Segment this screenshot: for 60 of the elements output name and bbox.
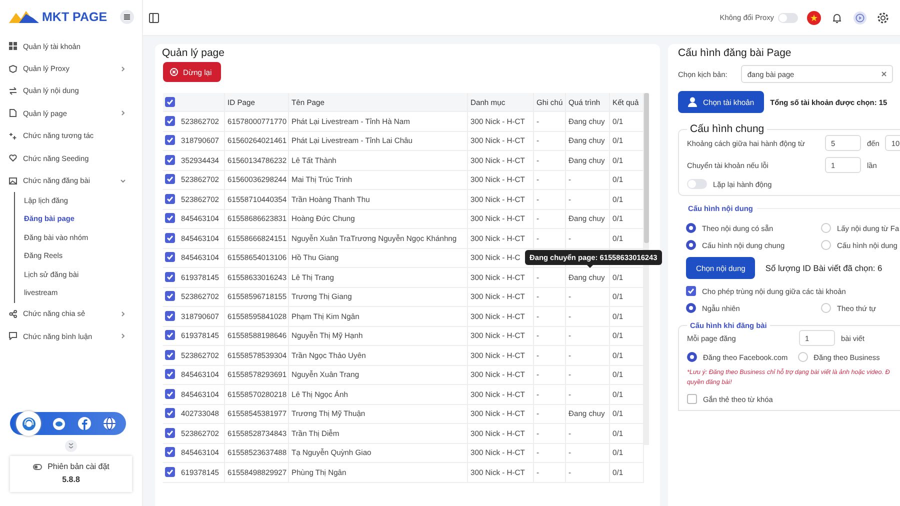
settings-icon[interactable] <box>876 10 890 24</box>
toggle-switch[interactable] <box>687 179 707 189</box>
checkbox[interactable] <box>165 369 175 380</box>
sidebar-toggle-icon[interactable] <box>149 12 159 22</box>
support-icon <box>22 416 36 430</box>
selected-post-count: Số lượng ID Bài viết đã chọn: 6 <box>765 263 882 273</box>
version-number: 5.8.8 <box>62 475 80 484</box>
checkbox[interactable] <box>165 272 175 282</box>
checkbox[interactable] <box>165 96 175 106</box>
checkbox[interactable] <box>165 428 175 438</box>
shield-icon <box>9 64 17 73</box>
checkbox[interactable] <box>165 213 175 224</box>
checkbox[interactable] <box>165 408 175 418</box>
radio-button[interactable] <box>686 303 696 313</box>
play-icon[interactable] <box>853 10 867 24</box>
sparkle-icon <box>9 132 17 140</box>
checkbox[interactable] <box>687 394 697 404</box>
radio-button[interactable] <box>687 352 697 362</box>
clear-icon[interactable] <box>881 71 888 77</box>
facebook-icon[interactable] <box>78 417 91 430</box>
checkbox[interactable] <box>165 154 175 165</box>
heart-icon <box>9 154 17 162</box>
globe-icon[interactable] <box>102 417 116 430</box>
checkbox[interactable] <box>165 135 175 146</box>
checkbox[interactable] <box>165 291 175 302</box>
user-icon <box>688 97 697 107</box>
app-logo-text: MKT PAGE <box>42 10 108 24</box>
version-label: Phiên bản cài đặt <box>48 462 110 471</box>
checkbox[interactable] <box>165 174 175 184</box>
checkbox[interactable] <box>165 447 175 458</box>
checkbox[interactable] <box>165 466 175 477</box>
document-icon <box>9 109 17 118</box>
checkbox[interactable] <box>165 194 175 204</box>
image-icon <box>9 176 17 185</box>
proxy-toggle[interactable] <box>778 12 798 22</box>
checkbox[interactable] <box>686 286 696 296</box>
page-title: Quản lý page <box>162 47 226 59</box>
checkbox[interactable] <box>165 232 175 243</box>
toggle-icon <box>32 464 42 470</box>
comment-icon <box>9 332 17 340</box>
section-title: Cấu hình chung <box>689 123 766 135</box>
menu-button[interactable] <box>120 10 134 24</box>
support-button[interactable] <box>16 411 42 436</box>
logo-icon <box>9 10 39 24</box>
menu-icon <box>124 14 130 20</box>
collapse-chevron-icon[interactable] <box>65 440 77 452</box>
radio-button[interactable] <box>686 240 696 250</box>
stop-icon <box>170 68 178 76</box>
flag-icon[interactable] <box>807 10 821 24</box>
radio-button[interactable] <box>686 223 696 233</box>
grid-icon <box>9 42 17 50</box>
panel-title: Cấu hình đăng bài Page <box>678 47 792 59</box>
share-icon <box>9 310 17 318</box>
checkbox[interactable] <box>165 116 175 126</box>
checkbox[interactable] <box>165 310 175 321</box>
checkbox[interactable] <box>165 388 175 399</box>
checkbox[interactable] <box>165 252 175 262</box>
swap-icon <box>9 86 17 95</box>
checkbox[interactable] <box>165 350 175 360</box>
checkbox[interactable] <box>165 330 175 340</box>
